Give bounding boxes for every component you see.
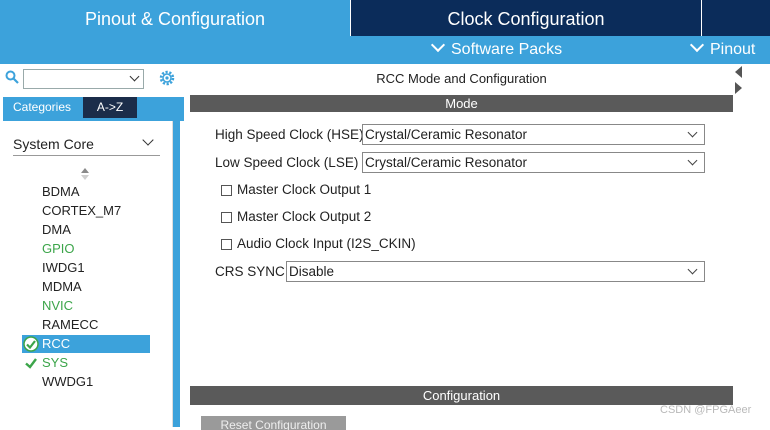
- chevron-down-icon: [142, 134, 154, 146]
- search-input[interactable]: [23, 69, 144, 89]
- categories-panel: Categories A->Z System Core BDMA CORTEX_…: [0, 64, 184, 427]
- list-item-gpio[interactable]: GPIO: [22, 240, 150, 258]
- lse-value: Crystal/Ceramic Resonator: [365, 155, 528, 170]
- category-label: System Core: [13, 136, 94, 152]
- peripheral-name: DMA: [42, 222, 71, 237]
- i2s-ckin-checkbox[interactable]: [221, 239, 232, 250]
- chevron-down-icon: [687, 127, 698, 138]
- peripheral-name: RCC: [42, 336, 71, 351]
- category-list: System Core BDMA CORTEX_M7 DMA GPIO IWDG…: [0, 121, 173, 427]
- hse-label: High Speed Clock (HSE): [215, 127, 364, 142]
- vertical-scrollbar[interactable]: [173, 121, 180, 427]
- tab-pinout-configuration[interactable]: Pinout & Configuration: [0, 0, 350, 36]
- mco1-label: Master Clock Output 1: [237, 182, 372, 197]
- check-circle-icon: [23, 336, 39, 352]
- list-item-ramecc[interactable]: RAMECC: [22, 316, 150, 334]
- pinout-menu[interactable]: Pinout: [689, 36, 756, 64]
- gear-icon[interactable]: [158, 69, 176, 87]
- hse-select[interactable]: Crystal/Ceramic Resonator: [362, 124, 705, 145]
- list-item-iwdg1[interactable]: IWDG1: [22, 259, 150, 277]
- peripheral-name: NVIC: [42, 298, 74, 313]
- crs-sync-value: Disable: [289, 264, 335, 279]
- software-packs-menu[interactable]: Software Packs: [430, 36, 563, 64]
- watermark: CSDN @FPGAeer: [660, 404, 752, 416]
- list-item-wwdg1[interactable]: WWDG1: [22, 373, 150, 391]
- peripheral-name: MDMA: [42, 279, 82, 294]
- reset-configuration-button[interactable]: Reset Configuration: [201, 416, 346, 430]
- peripheral-name: WWDG1: [42, 374, 94, 389]
- configuration-section-header[interactable]: Configuration: [190, 386, 733, 405]
- chevron-down-icon: [687, 155, 698, 166]
- mco2-checkbox[interactable]: [221, 212, 232, 223]
- list-item-nvic[interactable]: NVIC: [22, 297, 150, 315]
- peripheral-name: SYS: [42, 355, 69, 370]
- crs-sync-select[interactable]: Disable: [286, 261, 705, 282]
- mco1-checkbox[interactable]: [221, 185, 232, 196]
- list-item-cortex-m7[interactable]: CORTEX_M7: [22, 202, 150, 220]
- crs-sync-label: CRS SYNC: [215, 264, 285, 279]
- category-tabs: Categories A->Z: [3, 97, 184, 121]
- sort-icon[interactable]: [81, 168, 89, 180]
- collapse-arrows-icon[interactable]: [734, 64, 742, 104]
- peripheral-name: CORTEX_M7: [42, 203, 122, 218]
- lse-select[interactable]: Crystal/Ceramic Resonator: [362, 152, 705, 173]
- panel-title: RCC Mode and Configuration: [376, 71, 547, 86]
- mco2-label: Master Clock Output 2: [237, 209, 372, 224]
- list-item-mdma[interactable]: MDMA: [22, 278, 150, 296]
- pinout-menu-label: Pinout: [710, 41, 756, 58]
- check-icon: [25, 358, 37, 369]
- rcc-config-panel: RCC Mode and Configuration Mode High Spe…: [190, 64, 733, 430]
- chevron-down-icon: [687, 264, 698, 275]
- category-dropdown[interactable]: System Core: [13, 133, 160, 156]
- tab-a-z[interactable]: A->Z: [83, 97, 137, 118]
- chevron-down-icon: [689, 37, 705, 53]
- tab-clock-configuration[interactable]: Clock Configuration: [351, 0, 701, 36]
- tab-overflow[interactable]: [702, 0, 770, 36]
- chevron-down-icon: [430, 37, 446, 53]
- peripheral-name: BDMA: [42, 184, 80, 199]
- list-item-rcc[interactable]: RCC: [22, 335, 150, 353]
- list-item-sys[interactable]: SYS: [22, 354, 150, 372]
- software-packs-label: Software Packs: [451, 41, 563, 58]
- mode-section-header[interactable]: Mode: [190, 95, 733, 112]
- peripheral-name: IWDG1: [42, 260, 85, 275]
- peripheral-name: RAMECC: [42, 317, 99, 332]
- lse-label: Low Speed Clock (LSE): [215, 155, 359, 170]
- chevron-down-icon: [129, 71, 140, 82]
- i2s-ckin-label: Audio Clock Input (I2S_CKIN): [237, 236, 416, 251]
- sub-toolbar: Software Packs Pinout: [0, 36, 770, 64]
- tab-categories[interactable]: Categories: [3, 97, 81, 118]
- list-item-dma[interactable]: DMA: [22, 221, 150, 239]
- list-item-bdma[interactable]: BDMA: [22, 183, 150, 201]
- peripheral-name: GPIO: [42, 241, 75, 256]
- hse-value: Crystal/Ceramic Resonator: [365, 127, 528, 142]
- search-icon[interactable]: [5, 70, 19, 84]
